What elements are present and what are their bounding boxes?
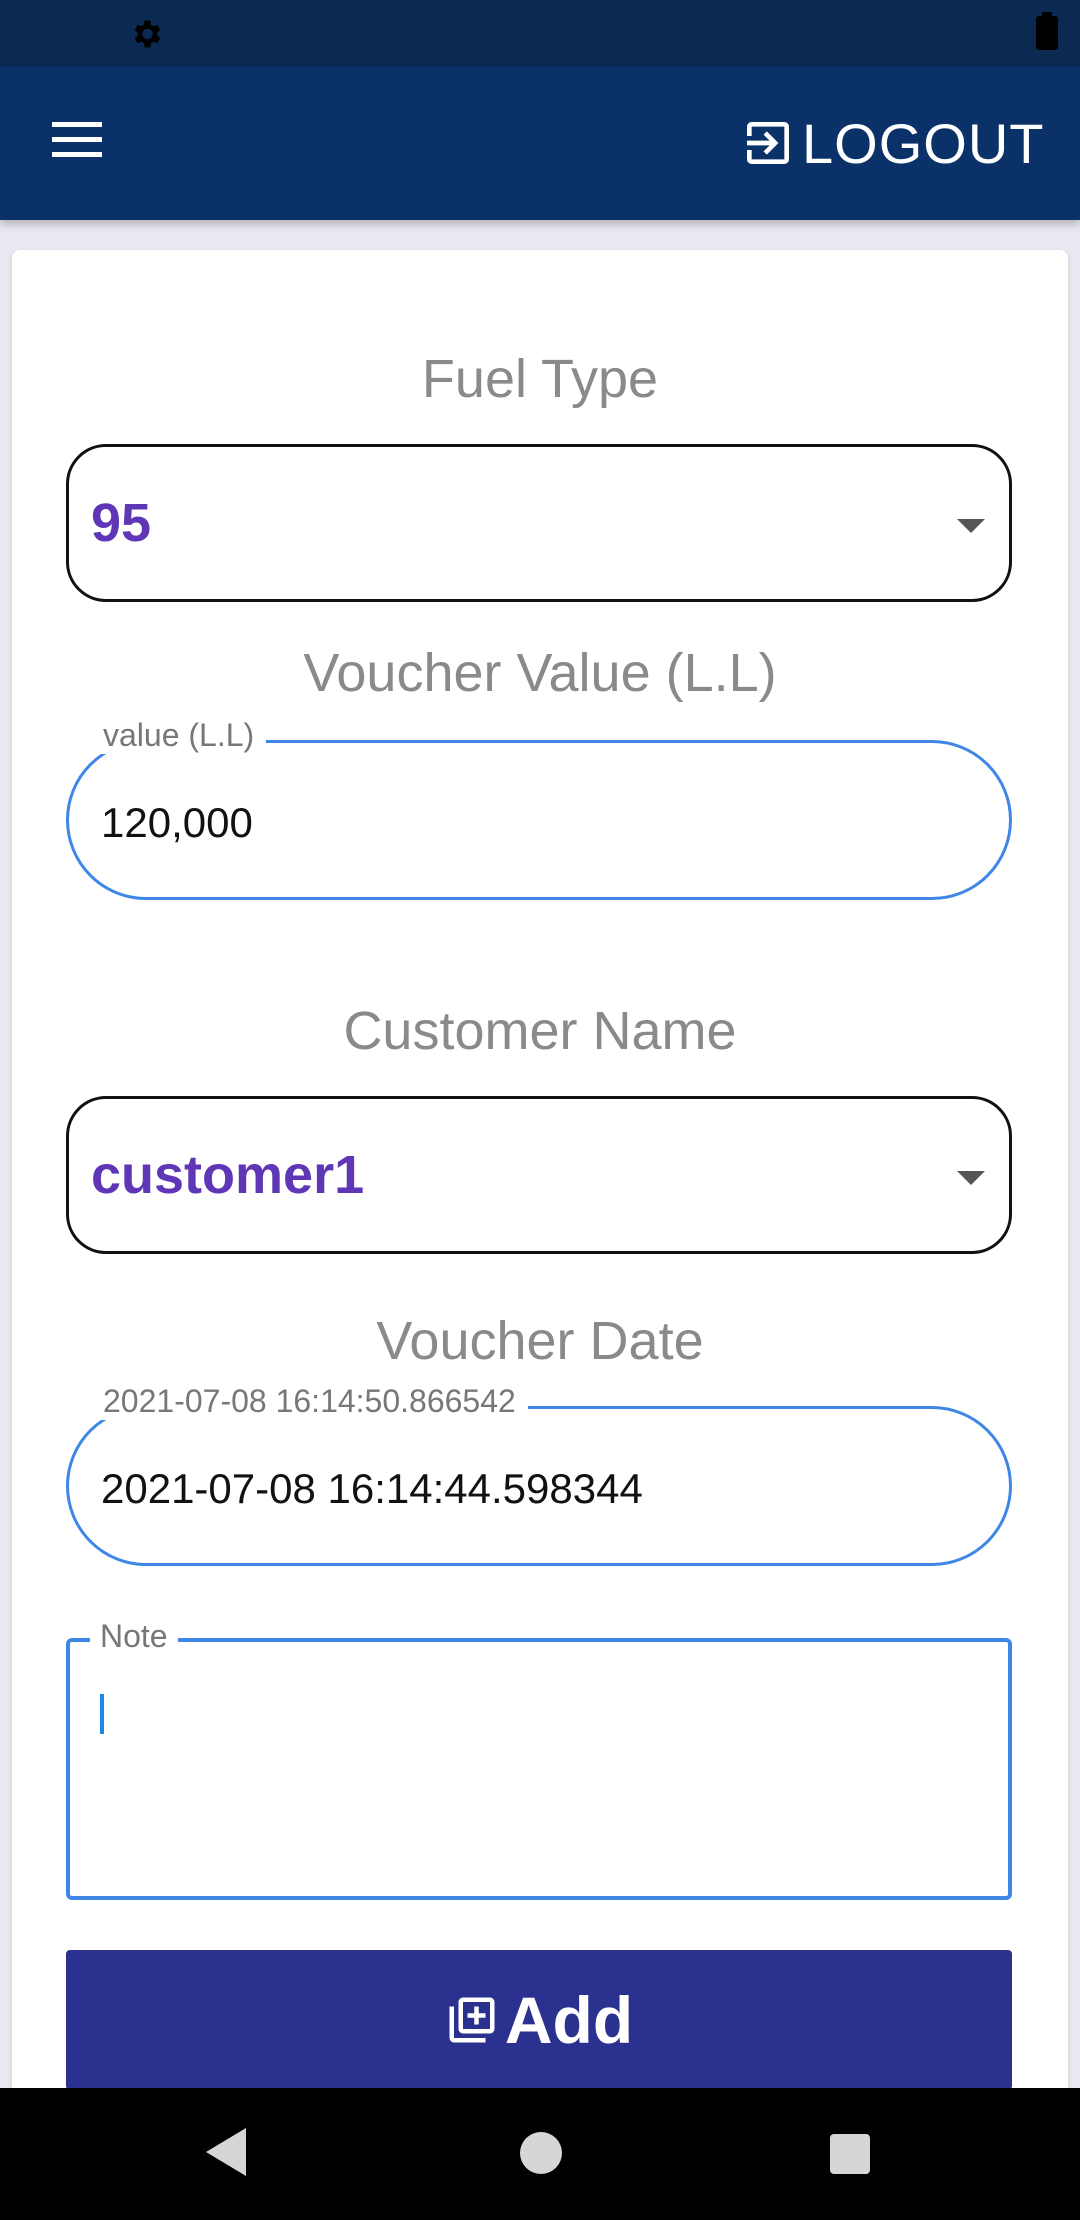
fuel-type-heading: Fuel Type [421, 349, 659, 409]
fuel-type-dropdown[interactable]: 95 [66, 444, 1012, 602]
customer-name-dropdown[interactable]: customer1 [66, 1096, 1012, 1254]
dropdown-arrow-icon [957, 1171, 985, 1185]
text-cursor [100, 1694, 104, 1734]
voucher-value-input[interactable]: 120,000 [101, 799, 253, 847]
dropdown-arrow-icon [957, 519, 985, 533]
voucher-value-field[interactable]: value (L.L) 120,000 [66, 717, 1012, 900]
voucher-form-card: Fuel Type 95 Voucher Value (L.L) value (… [12, 250, 1068, 2150]
home-circle-icon[interactable] [520, 2132, 562, 2174]
voucher-date-heading: Voucher Date [376, 1311, 704, 1371]
fuel-type-selected-value: 95 [91, 493, 152, 553]
customer-name-heading: Customer Name [343, 1001, 737, 1061]
battery-icon [1036, 12, 1058, 50]
gear-icon [134, 20, 161, 48]
voucher-date-field[interactable]: 2021-07-08 16:14:50.866542 2021-07-08 16… [66, 1383, 1012, 1566]
back-triangle-icon[interactable] [206, 2128, 246, 2176]
logout-button[interactable]: LOGOUT [740, 106, 1044, 180]
voucher-value-label: value (L.L) [91, 717, 267, 754]
voucher-date-label: 2021-07-08 16:14:50.866542 [91, 1383, 528, 1420]
voucher-value-heading: Voucher Value (L.L) [303, 643, 777, 703]
app-bar: LOGOUT [0, 66, 1080, 220]
add-button-label: Add [504, 1983, 634, 2057]
login-arrow-box-icon [747, 122, 789, 164]
system-nav-bar [0, 2088, 1080, 2220]
recents-square-icon[interactable] [830, 2134, 870, 2174]
note-label: Note [90, 1618, 178, 1655]
note-field[interactable]: Note [66, 1618, 1012, 1900]
add-button[interactable]: Add [66, 1950, 1012, 2090]
voucher-date-input[interactable]: 2021-07-08 16:14:44.598344 [101, 1465, 643, 1513]
library-add-icon [449, 1997, 495, 2043]
logout-label: LOGOUT [802, 111, 1045, 175]
status-bar [0, 0, 1080, 66]
customer-selected-value: customer1 [91, 1145, 365, 1205]
hamburger-menu-icon[interactable] [44, 118, 110, 168]
